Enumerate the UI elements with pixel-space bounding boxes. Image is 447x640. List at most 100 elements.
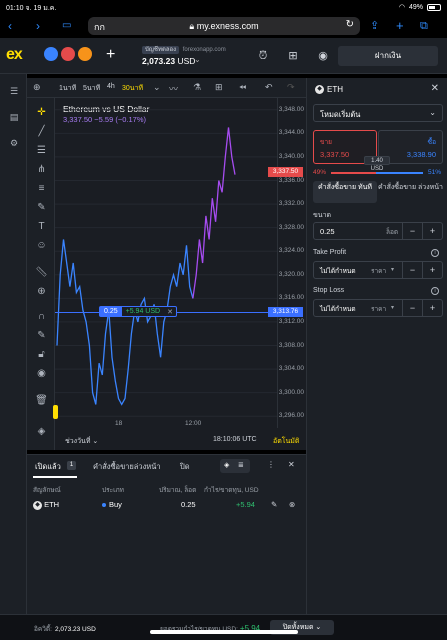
table-row[interactable]: ◆ ETH Buy 0.25 +5.94 ✎ ⊗ xyxy=(27,499,306,513)
forward-icon[interactable]: › xyxy=(36,18,40,34)
lock-icon[interactable]: 🔓︎ xyxy=(35,348,48,361)
tab-pending-orders[interactable]: คำสั่งซื้อขายล่วงหน้า xyxy=(93,461,161,473)
fib-icon[interactable]: ≡ xyxy=(35,182,48,195)
close-panel-icon[interactable]: ✕ xyxy=(431,83,439,94)
order-mode-select[interactable]: โหมดเริ่มต้น ⌄ xyxy=(313,104,443,122)
volume-field[interactable]: 0.25 ล็อต − + xyxy=(313,222,443,240)
share-icon[interactable]: ⇪ xyxy=(370,18,379,34)
y-tick-label: 3,312.00 xyxy=(278,317,304,325)
x-tick-18: 18 xyxy=(115,420,123,427)
sell-share-fill xyxy=(331,172,377,174)
tab-pending-order[interactable]: คำสั่งซื้อขาย ล่วงหน้า xyxy=(378,181,443,203)
crosshair-icon[interactable]: ✛ xyxy=(35,106,48,119)
price-chart[interactable]: Ethereum vs US Dollar 3,337.50 −5.59 (−0… xyxy=(55,98,306,450)
sidebar-icon[interactable]: ▭ xyxy=(62,18,71,34)
more-options-icon[interactable]: ⋮ xyxy=(267,460,275,469)
sl-decrease-button[interactable]: − xyxy=(402,300,422,316)
y-tick-label: 3,304.00 xyxy=(278,365,304,373)
tab-market-order[interactable]: คำสั่งซื้อขาย ทันที xyxy=(313,181,377,203)
exness-logo[interactable]: ex xyxy=(6,46,23,64)
date-range-button[interactable]: ช่วงวันที่ ⌄ xyxy=(65,436,98,447)
back-icon[interactable]: ‹ xyxy=(8,18,12,34)
chart-toolbar: ⊕ 1นาที 5นาที 4h 30นาที ⌄ 〰 ⚗ ⊞ ⏪︎ ↶ ↷ xyxy=(27,78,306,98)
tp-decrease-button[interactable]: − xyxy=(402,262,422,278)
sl-unit-dropdown-icon[interactable]: ▾ xyxy=(391,304,394,311)
eye-icon[interactable]: ◉ xyxy=(35,367,48,380)
chart-canvas xyxy=(55,109,277,417)
view-toggle[interactable]: ◈ ≣ xyxy=(220,459,250,473)
close-panel-icon[interactable]: ✕ xyxy=(288,460,295,469)
indicators-icon[interactable]: ⚗ xyxy=(193,82,201,93)
sl-increase-button[interactable]: + xyxy=(422,300,442,316)
tp-info-icon[interactable]: i xyxy=(431,249,439,257)
deposit-button[interactable]: ฝากเงิน xyxy=(338,46,438,66)
tabs-icon[interactable]: ⧉ xyxy=(420,18,428,34)
tp-unit-dropdown-icon[interactable]: ▾ xyxy=(391,266,394,273)
chart-type-icon[interactable]: 〰 xyxy=(169,82,178,95)
brush-icon[interactable]: ✎ xyxy=(35,201,48,214)
layout-icon[interactable]: ⊞ xyxy=(215,82,223,93)
instrument-tab-3[interactable] xyxy=(78,47,92,61)
chart-footer: ช่วงวันที่ ⌄ 18:10:06 UTC อัตโนมัติ xyxy=(55,430,306,450)
redo-icon[interactable]: ↷ xyxy=(287,82,295,93)
pitchfork-icon[interactable]: ⋔ xyxy=(35,163,48,176)
trendline-icon[interactable]: ╱ xyxy=(35,125,48,138)
timeframe-dropdown-icon[interactable]: ⌄ xyxy=(153,82,161,93)
zoom-in-icon[interactable]: ⊕ xyxy=(35,285,48,298)
auto-scale-button[interactable]: อัตโนมัติ xyxy=(273,436,299,447)
battery-percent: 49% xyxy=(408,3,423,11)
sell-label: ขาย xyxy=(320,139,332,146)
y-tick-label: 3,316.00 xyxy=(278,294,304,302)
tab-closed[interactable]: ปิด xyxy=(180,461,190,473)
trash-icon[interactable]: 🗑︎ xyxy=(35,394,48,407)
close-position-icon[interactable]: ⊗ xyxy=(289,500,295,509)
address-bar[interactable]: กก 🔒︎ my.exness.com ↻ xyxy=(88,17,360,35)
timeframe-1m[interactable]: 1นาที xyxy=(59,83,76,94)
reload-icon[interactable]: ↻ xyxy=(346,19,354,30)
new-tab-icon[interactable]: + xyxy=(396,18,404,34)
grouped-view-icon[interactable]: ◈ xyxy=(224,461,229,469)
magnet-icon[interactable]: ∩ xyxy=(35,310,48,323)
tab-open-positions[interactable]: เปิดแล้ว xyxy=(35,461,61,473)
add-indicator-icon[interactable]: ⊕ xyxy=(33,82,41,93)
menu-icon[interactable]: ☰ xyxy=(8,86,20,98)
apps-grid-icon[interactable]: ⊞ xyxy=(286,49,300,63)
calendar-icon[interactable]: ▤ xyxy=(8,112,20,124)
volume-increase-button[interactable]: + xyxy=(422,223,442,239)
equity-label: อิควิตี้: xyxy=(34,626,52,633)
text-tool-icon[interactable]: T xyxy=(35,220,48,233)
instrument-tab-2[interactable] xyxy=(61,47,75,61)
parallel-lines-icon[interactable]: ☰ xyxy=(35,144,48,157)
edit-icon[interactable]: ✎ xyxy=(271,500,277,509)
instrument-tab-1[interactable] xyxy=(44,47,58,61)
url-text: my.exness.com xyxy=(196,21,259,31)
lock-drawing-icon[interactable]: ✎ xyxy=(35,329,48,342)
account-balance[interactable]: 2,073.23 USD xyxy=(142,56,195,66)
layers-icon[interactable]: ◈ xyxy=(35,425,48,438)
emoji-icon[interactable]: ☺ xyxy=(35,239,48,252)
close-position-icon[interactable]: ✕ xyxy=(164,307,176,316)
alarm-clock-icon[interactable]: ⏰︎ xyxy=(256,49,270,63)
rewind-icon[interactable]: ⏪︎ xyxy=(239,82,246,93)
add-instrument-button[interactable]: + xyxy=(106,46,115,64)
profile-icon[interactable]: ◉ xyxy=(316,49,330,63)
timeframe-4h[interactable]: 4h xyxy=(107,83,115,90)
position-tag[interactable]: 0.25 +5.94 USD ✕ xyxy=(99,305,177,317)
price-axis[interactable]: 3,348.00 3,344.00 3,340.00 3,336.00 3,332.00… xyxy=(277,98,306,428)
sell-price: 3,337.50 xyxy=(320,150,350,159)
y-tick-label: 3,348.00 xyxy=(278,105,304,113)
take-profit-field[interactable]: ไม่ได้กำหนด ราคา ▾ − + xyxy=(313,261,443,279)
scroll-handle[interactable] xyxy=(53,405,58,419)
stop-loss-field[interactable]: ไม่ได้กำหนด ราคา ▾ − + xyxy=(313,299,443,317)
list-view-icon[interactable]: ≣ xyxy=(238,461,244,469)
settings-icon[interactable]: ⚙ xyxy=(8,138,20,150)
ruler-icon[interactable]: 📏︎ xyxy=(35,266,48,279)
timeframe-5m[interactable]: 5นาที xyxy=(83,83,100,94)
account-dropdown-icon[interactable]: ⌄ xyxy=(194,55,201,64)
timeframe-30m[interactable]: 30นาที xyxy=(122,83,143,94)
order-symbol: ◆ ETH xyxy=(315,85,343,94)
tp-increase-button[interactable]: + xyxy=(422,262,442,278)
sl-info-icon[interactable]: i xyxy=(431,287,439,295)
volume-decrease-button[interactable]: − xyxy=(402,223,422,239)
undo-icon[interactable]: ↶ xyxy=(265,82,273,93)
